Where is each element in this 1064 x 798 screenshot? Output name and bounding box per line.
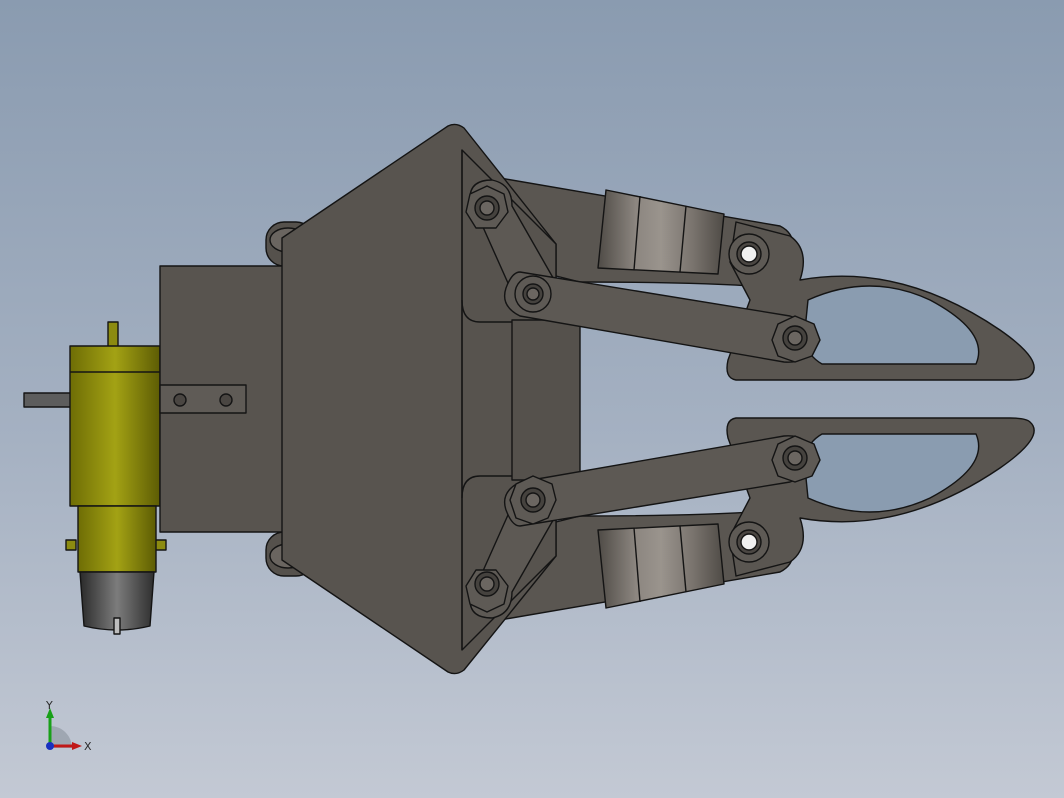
y-axis-label: Y [45, 699, 53, 712]
drive-motor[interactable] [23, 321, 167, 635]
bolt-lower-finger [771, 435, 821, 483]
bolt-upper-finger [771, 315, 821, 363]
x-axis-label: X [84, 740, 92, 753]
cad-viewport[interactable] [0, 0, 1064, 798]
bolt-lower-link [509, 475, 557, 525]
bolt-upper-hole [728, 233, 770, 275]
x-axis-arrow-head [72, 742, 82, 750]
coordinate-triad: Y X [45, 699, 92, 753]
bolt-lower-hole [728, 521, 770, 563]
bolt-upper-link [514, 275, 552, 313]
z-axis-dot [46, 742, 54, 750]
gear-housing [159, 265, 285, 533]
